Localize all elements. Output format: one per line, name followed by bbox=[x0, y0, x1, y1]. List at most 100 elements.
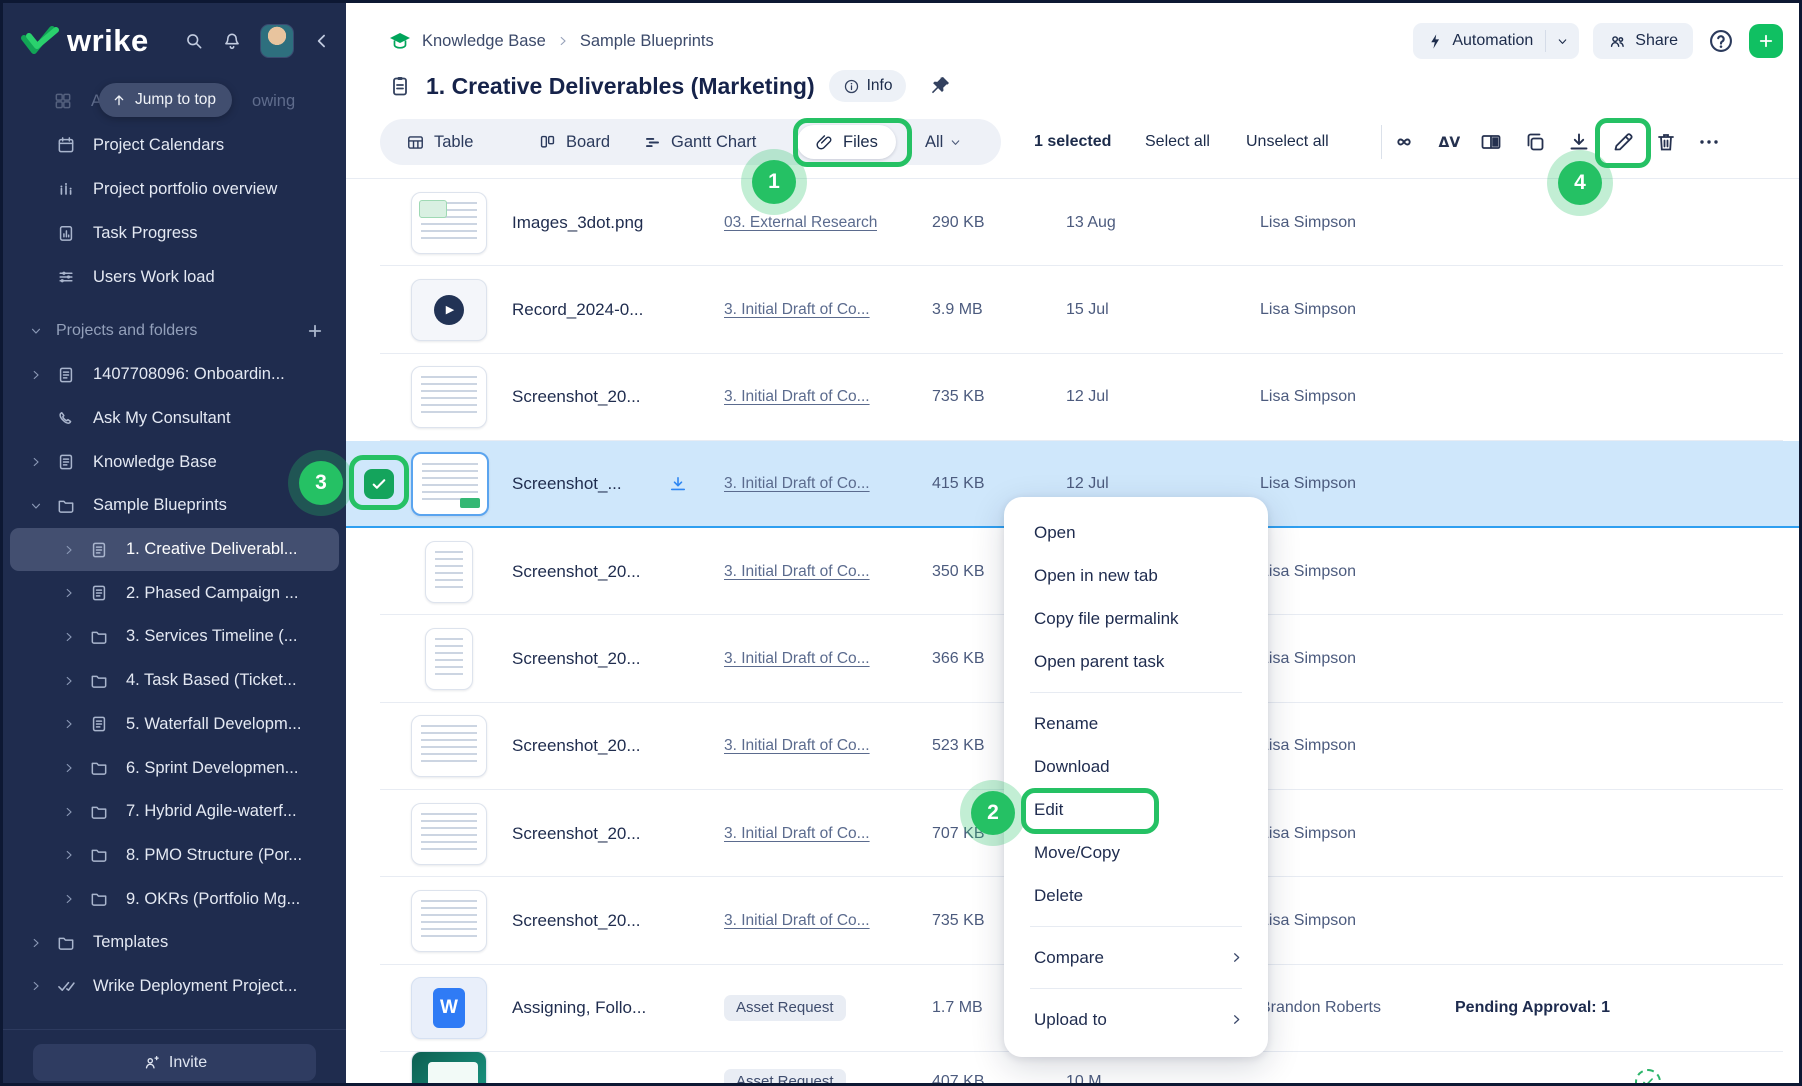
unselect-all-button[interactable]: Unselect all bbox=[1246, 131, 1329, 153]
automation-button[interactable]: Automation bbox=[1413, 23, 1579, 59]
expand-chevron-icon[interactable] bbox=[29, 368, 43, 382]
sidebar-tree-item[interactable]: 1. Creative Deliverabl... bbox=[10, 528, 339, 572]
collapse-sidebar-icon[interactable] bbox=[312, 31, 332, 51]
parent-task-link[interactable]: 3. Initial Draft of Co... bbox=[724, 388, 870, 406]
tab-gantt-chart[interactable]: Gantt Chart bbox=[643, 119, 756, 165]
file-name[interactable]: Images_3dot.png bbox=[512, 213, 643, 233]
expand-chevron-icon[interactable] bbox=[62, 848, 76, 862]
sidebar-tree-item[interactable]: 8. PMO Structure (Por... bbox=[3, 834, 346, 878]
expand-chevron-icon[interactable] bbox=[62, 717, 76, 731]
breadcrumb-parent[interactable]: Knowledge Base bbox=[422, 32, 546, 51]
file-name[interactable]: Screenshot_20... bbox=[512, 824, 641, 844]
file-name[interactable]: Screenshot_... bbox=[512, 474, 622, 494]
sidebar-item[interactable]: Users Work load bbox=[3, 255, 346, 299]
sidebar-tree-item[interactable]: 6. Sprint Developmen... bbox=[3, 746, 346, 790]
menu-item-edit[interactable]: Edit bbox=[1004, 788, 1268, 831]
expand-chevron-icon[interactable] bbox=[62, 805, 76, 819]
expand-chevron-icon[interactable] bbox=[62, 586, 76, 600]
file-name[interactable]: Screenshot_20... bbox=[512, 562, 641, 582]
sidebar-tree-item[interactable]: 4. Task Based (Ticket... bbox=[3, 659, 346, 703]
sidebar-tree-item[interactable]: 5. Waterfall Developm... bbox=[3, 703, 346, 747]
sidebar-tree-item[interactable]: Ask My Consultant bbox=[3, 397, 346, 441]
duplicate-icon[interactable] bbox=[1523, 130, 1547, 154]
file-thumbnail[interactable] bbox=[425, 628, 473, 690]
file-row[interactable]: Images_3dot.png 03. External Research 29… bbox=[346, 179, 1799, 266]
proofing-icon[interactable] bbox=[1436, 130, 1460, 154]
more-options-icon[interactable] bbox=[1697, 130, 1721, 154]
row-checkbox[interactable] bbox=[364, 469, 394, 499]
parent-task-link[interactable]: 3. Initial Draft of Co... bbox=[724, 301, 870, 319]
file-thumbnail[interactable] bbox=[411, 366, 487, 428]
menu-item-copy-file-permalink[interactable]: Copy file permalink bbox=[1004, 597, 1268, 640]
menu-item-delete[interactable]: Delete bbox=[1004, 874, 1268, 917]
add-project-button[interactable] bbox=[306, 322, 324, 340]
expand-chevron-icon[interactable] bbox=[62, 630, 76, 644]
sidebar-tree-item[interactable]: 1407708096: Onboardin... bbox=[3, 353, 346, 397]
share-button[interactable]: Share bbox=[1593, 23, 1693, 59]
projects-and-folders-header[interactable]: Projects and folders bbox=[3, 309, 346, 353]
select-all-button[interactable]: Select all bbox=[1145, 131, 1210, 153]
compare-view-icon[interactable] bbox=[1479, 130, 1503, 154]
menu-item-open-in-new-tab[interactable]: Open in new tab bbox=[1004, 554, 1268, 597]
menu-item-move-copy[interactable]: Move/Copy bbox=[1004, 831, 1268, 874]
sidebar-tree-item[interactable]: Templates bbox=[3, 921, 346, 965]
sidebar-tree-item[interactable]: 7. Hybrid Agile-waterf... bbox=[3, 790, 346, 834]
avatar[interactable] bbox=[260, 24, 294, 58]
menu-item-open[interactable]: Open bbox=[1004, 511, 1268, 554]
breadcrumb-current[interactable]: Sample Blueprints bbox=[580, 32, 714, 51]
parent-task-link[interactable]: 3. Initial Draft of Co... bbox=[724, 475, 870, 493]
create-new-button[interactable] bbox=[1749, 24, 1783, 58]
expand-chevron-icon[interactable] bbox=[62, 892, 76, 906]
sidebar-tree-item[interactable]: Sample Blueprints bbox=[3, 484, 346, 528]
file-thumbnail[interactable] bbox=[425, 541, 473, 603]
parent-task-link[interactable]: 3. Initial Draft of Co... bbox=[724, 825, 870, 843]
sidebar-item[interactable]: Project Calendars bbox=[3, 123, 346, 167]
expand-chevron-icon[interactable] bbox=[62, 674, 76, 688]
edit-pencil-icon[interactable] bbox=[1611, 130, 1635, 154]
file-thumbnail[interactable] bbox=[411, 279, 487, 341]
expand-chevron-icon[interactable] bbox=[62, 543, 76, 557]
sidebar-tree-item[interactable]: Knowledge Base bbox=[3, 440, 346, 484]
sidebar-tree-item[interactable]: 2. Phased Campaign ... bbox=[3, 571, 346, 615]
parent-task-link[interactable]: 3. Initial Draft of Co... bbox=[724, 912, 870, 930]
sidebar-item[interactable]: Project portfolio overview bbox=[3, 167, 346, 211]
expand-chevron-icon[interactable] bbox=[29, 979, 43, 993]
file-row[interactable]: Record_2024-0... 3. Initial Draft of Co.… bbox=[346, 266, 1799, 353]
files-filter-dropdown[interactable]: All bbox=[925, 119, 962, 165]
file-name[interactable]: Screenshot_20... bbox=[512, 387, 641, 407]
file-thumbnail[interactable] bbox=[411, 1051, 487, 1086]
help-icon[interactable] bbox=[1707, 27, 1735, 55]
jump-to-top-tooltip[interactable]: Jump to top bbox=[99, 83, 232, 117]
invite-button[interactable]: Invite bbox=[33, 1044, 316, 1081]
file-thumbnail[interactable] bbox=[411, 977, 487, 1039]
pin-icon[interactable] bbox=[928, 74, 952, 98]
menu-item-compare[interactable]: Compare bbox=[1004, 936, 1268, 979]
info-button[interactable]: Info bbox=[829, 70, 907, 102]
file-thumbnail[interactable] bbox=[411, 452, 489, 516]
file-name[interactable]: Screenshot_20... bbox=[512, 911, 641, 931]
wrike-logo[interactable]: wrike bbox=[21, 23, 149, 59]
delete-trash-icon[interactable] bbox=[1654, 130, 1678, 154]
parent-task-link[interactable]: 3. Initial Draft of Co... bbox=[724, 650, 870, 668]
expand-chevron-icon[interactable] bbox=[29, 455, 43, 469]
expand-chevron-icon[interactable] bbox=[29, 936, 43, 950]
file-row[interactable]: Screenshot_20... 3. Initial Draft of Co.… bbox=[346, 354, 1799, 441]
parent-task-link[interactable]: 3. Initial Draft of Co... bbox=[724, 563, 870, 581]
automation-dropdown[interactable] bbox=[1546, 35, 1579, 48]
file-name[interactable]: Assigning, Follo... bbox=[512, 998, 646, 1018]
download-icon[interactable] bbox=[1567, 130, 1591, 154]
file-thumbnail[interactable] bbox=[411, 192, 487, 254]
sidebar-tree-item[interactable]: 3. Services Timeline (... bbox=[3, 615, 346, 659]
file-thumbnail[interactable] bbox=[411, 890, 487, 952]
menu-item-open-parent-task[interactable]: Open parent task bbox=[1004, 640, 1268, 683]
menu-item-rename[interactable]: Rename bbox=[1004, 702, 1268, 745]
tab-files[interactable]: Files bbox=[797, 125, 896, 159]
menu-item-download[interactable]: Download bbox=[1004, 745, 1268, 788]
expand-chevron-icon[interactable] bbox=[29, 499, 43, 513]
sidebar-tree-item[interactable]: Wrike Deployment Project... bbox=[3, 965, 346, 1009]
approvals-icon[interactable] bbox=[1392, 130, 1416, 154]
file-name[interactable]: Record_2024-0... bbox=[512, 300, 643, 320]
notifications-bell-icon[interactable] bbox=[222, 31, 242, 51]
tab-board[interactable]: Board bbox=[538, 119, 610, 165]
sidebar-item[interactable]: Task Progress bbox=[3, 211, 346, 255]
